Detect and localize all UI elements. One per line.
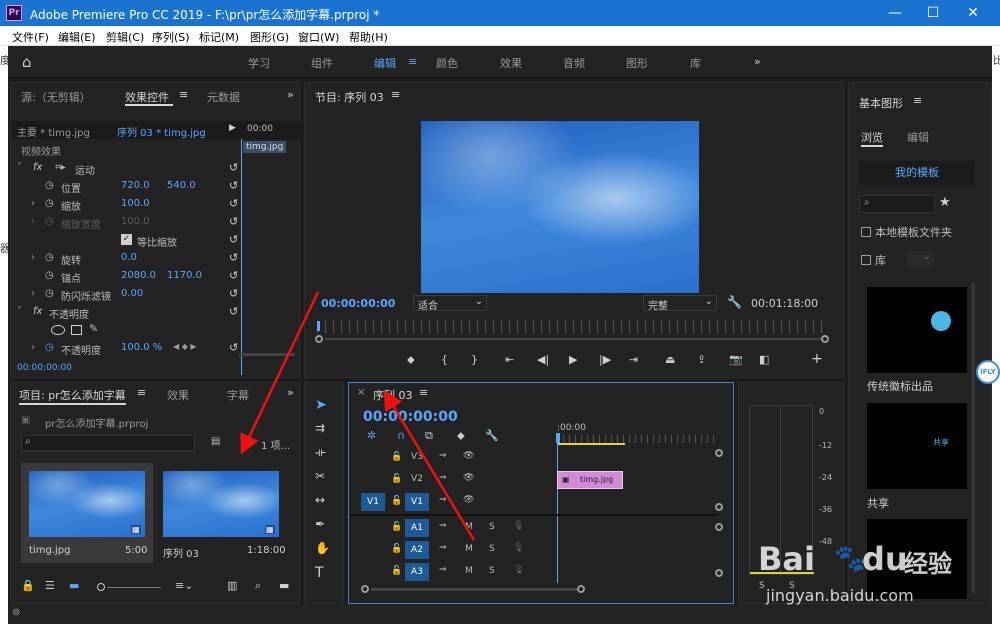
annotation-arrows <box>240 291 476 541</box>
ifly-tag[interactable]: iFLY <box>976 360 1000 384</box>
watermark-brand: Bai <box>758 540 815 578</box>
baidu-watermark: Bai 🐾 du 经验 jingyan.baidu.com <box>758 540 958 610</box>
watermark-cn: 经验 <box>904 550 952 578</box>
red-arrow <box>383 389 476 541</box>
red-arrow <box>240 291 320 455</box>
watermark-url: jingyan.baidu.com <box>766 586 914 605</box>
watermark-paw-text: du <box>862 540 908 578</box>
status-icon: ⊚ <box>12 607 21 618</box>
